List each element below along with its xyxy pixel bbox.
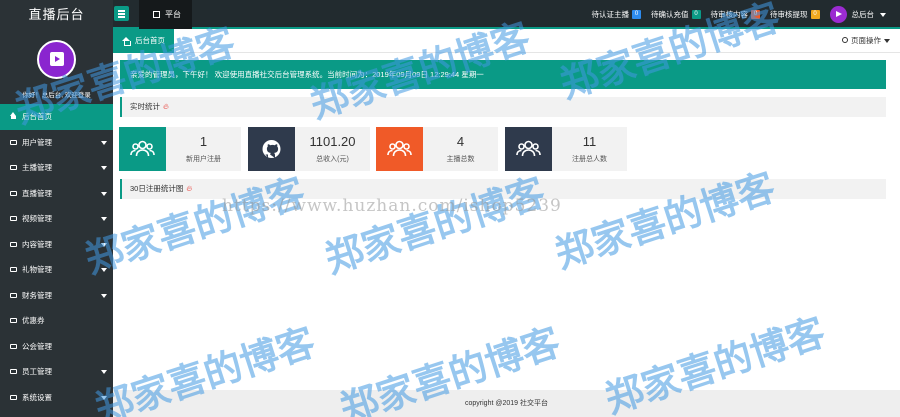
menu-toggle-icon[interactable] [114, 6, 129, 21]
home-icon [10, 112, 17, 119]
sidebar-item-videos[interactable]: 视频管理 [0, 206, 113, 232]
count-badge: 0 [632, 10, 641, 19]
welcome-banner: 亲爱的管理员，下午好！ 欢迎使用直播社交后台管理系统。当前时间为：2019年09… [120, 60, 886, 89]
sidebar-item-coupons[interactable]: 优惠券 [0, 308, 113, 334]
card-icon [10, 216, 17, 221]
stat-card-anchors: 4 主播总数 [376, 127, 498, 171]
sidebar-item-users[interactable]: 用户管理 [0, 130, 113, 156]
greeting-text: 你好！总后台, 欢迎登录 [22, 92, 91, 99]
sidebar-item-gifts[interactable]: 礼物管理 [0, 257, 113, 283]
chevron-down-icon [101, 268, 107, 272]
profile-avatar[interactable] [37, 40, 76, 79]
stat-value: 4 [456, 134, 465, 149]
main-content: 后台首页 页面操作 亲爱的管理员，下午好！ 欢迎使用直播社交后台管理系统。当前时… [113, 29, 900, 417]
chevron-down-icon [101, 140, 107, 145]
user-avatar[interactable] [829, 6, 847, 23]
sidebar-item-content[interactable]: 内容管理 [0, 232, 113, 258]
fire-icon: 🔥︎ [163, 102, 169, 111]
card-icon [10, 292, 17, 298]
sidebar-profile: 你好！总后台, 欢迎登录 [0, 29, 113, 104]
realtime-stats-title: 实时统计 🔥︎ [120, 97, 886, 117]
chevron-down-icon [101, 395, 107, 400]
notice-pending-anchor[interactable]: 待认证主播 0 [592, 9, 641, 20]
page-tabbar: 后台首页 页面操作 [113, 29, 900, 53]
count-badge: 0 [810, 10, 820, 19]
chevron-down-icon [101, 191, 107, 196]
play-icon [50, 52, 64, 66]
users-icon [119, 127, 166, 171]
chevron-down-icon [101, 166, 107, 170]
card-icon [10, 165, 17, 170]
sidebar-item-staff[interactable]: 员工管理 [0, 359, 113, 385]
stat-value: 11 [582, 134, 597, 149]
notice-pending-recharge[interactable]: 待确认充值 0 [651, 9, 701, 20]
stat-label: 新用户注册 [186, 156, 221, 163]
stat-label: 注册总人数 [572, 156, 607, 163]
users-icon [505, 127, 552, 171]
card-icon [10, 190, 17, 196]
circle-dot-icon [842, 37, 848, 44]
stat-value: 1101.20 [309, 134, 356, 149]
notice-pending-withdraw[interactable]: 待审核提现 0 [770, 9, 820, 20]
stat-label: 主播总数 [446, 156, 475, 163]
card-icon [10, 267, 17, 272]
chevron-down-icon [101, 293, 107, 298]
stat-card-new-users: 1 新用户注册 [119, 127, 241, 171]
sidebar-item-home[interactable]: 后台首页 [0, 104, 113, 130]
sidebar-item-finance[interactable]: 财务管理 [0, 283, 113, 309]
count-badge: 0 [751, 10, 760, 19]
top-bar: 直播后台 平台 待认证主播 0 待确认充值 0 待审核内容 0 待审核提现 0 … [0, 0, 900, 29]
stat-label: 总收入(元) [316, 156, 349, 163]
user-name[interactable]: 总后台 [852, 9, 875, 20]
brand-title: 直播后台 [0, 0, 113, 29]
chevron-down-icon [101, 370, 107, 374]
stat-card-revenue: 1101.20 总收入(元) [248, 127, 370, 171]
count-badge: 0 [691, 10, 701, 19]
desktop-icon [153, 11, 160, 18]
sidebar-item-guilds[interactable]: 公会管理 [0, 334, 113, 360]
chevron-down-icon [101, 217, 107, 221]
fire-icon: 🔥︎ [186, 184, 193, 193]
github-icon [248, 127, 295, 171]
users-icon [376, 127, 423, 171]
chevron-down-icon [884, 39, 890, 44]
sidebar-item-live[interactable]: 直播管理 [0, 181, 113, 207]
stat-card-total-registered: 11 注册总人数 [505, 127, 627, 171]
tab-home[interactable]: 后台首页 [113, 29, 174, 53]
notice-pending-content[interactable]: 待审核内容 0 [711, 9, 760, 20]
card-icon [10, 318, 17, 323]
sidebar-item-settings[interactable]: 系统设置 [0, 385, 113, 411]
card-icon [10, 241, 17, 247]
card-icon [10, 369, 17, 374]
footer: copyright @2019 社交平台 [113, 390, 900, 417]
registration-chart-title: 30日注册统计图 🔥︎ [120, 179, 886, 199]
sidebar: 你好！总后台, 欢迎登录 后台首页 用户管理 主播管理 直播管理 视频管理 内容… [0, 29, 113, 417]
card-icon [10, 343, 17, 349]
chevron-down-icon[interactable] [880, 12, 886, 17]
stat-value: 1 [199, 134, 208, 149]
card-icon [10, 139, 17, 145]
tab-platform[interactable]: 平台 [139, 0, 192, 29]
home-icon [122, 37, 131, 46]
top-notices: 待认证主播 0 待确认充值 0 待审核内容 0 待审核提现 0 总后台 [582, 0, 900, 29]
sidebar-item-anchors[interactable]: 主播管理 [0, 155, 113, 181]
page-operations-dropdown[interactable]: 页面操作 [842, 29, 890, 53]
card-icon [10, 394, 17, 400]
chevron-down-icon [101, 242, 107, 247]
